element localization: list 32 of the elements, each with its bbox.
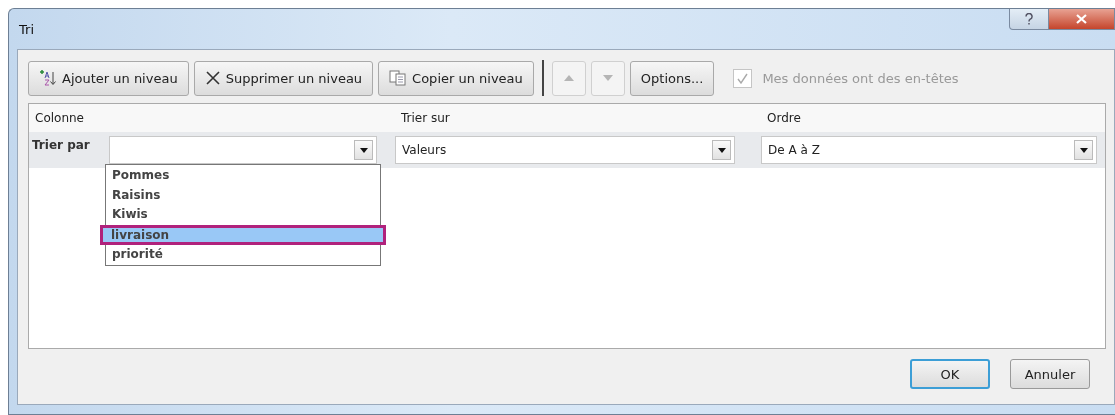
dropdown-option[interactable]: Raisins <box>106 185 380 205</box>
dropdown-field[interactable] <box>109 136 377 164</box>
add-level-button[interactable]: Ajouter un niveau <box>28 60 189 96</box>
dropdown-field[interactable]: De A à Z <box>761 136 1097 164</box>
x-icon <box>204 70 221 86</box>
dropdown-value: De A à Z <box>768 143 821 157</box>
dropdown-option[interactable]: livraison <box>100 224 386 245</box>
checkbox-label: Mes données ont des en-têtes <box>762 70 959 86</box>
close-icon <box>1076 14 1087 24</box>
dropdown-option[interactable]: priorité <box>106 244 380 264</box>
dialog-button[interactable]: OK <box>910 359 990 389</box>
help-button[interactable] <box>1009 9 1049 30</box>
dropdown-option[interactable]: Pommes <box>106 166 380 186</box>
row-label: Trier par <box>31 137 91 152</box>
delete-level-button[interactable]: Supprimer un niveau <box>193 60 374 96</box>
help-icon <box>1025 13 1033 25</box>
dropdown-field[interactable]: Valeurs <box>395 136 735 164</box>
column-header: Colonne <box>34 111 85 125</box>
up-arrow-icon <box>563 75 574 81</box>
dropdown-value: Valeurs <box>402 143 448 157</box>
check-icon <box>737 72 749 84</box>
copy-icon <box>389 70 408 86</box>
copy-level-button[interactable]: Copier un niveau <box>378 60 534 96</box>
column-header: Ordre <box>766 111 802 125</box>
down-arrow-icon <box>602 75 613 81</box>
close-button[interactable] <box>1049 9 1115 30</box>
options-button[interactable]: Options... <box>629 60 715 96</box>
column-header: Trier sur <box>400 111 451 125</box>
dialog-button[interactable]: Annuler <box>1010 359 1090 389</box>
dropdown-option[interactable]: Kiwis <box>106 205 380 225</box>
window-title: Tri <box>18 21 34 37</box>
sort-az-icon <box>39 69 57 87</box>
